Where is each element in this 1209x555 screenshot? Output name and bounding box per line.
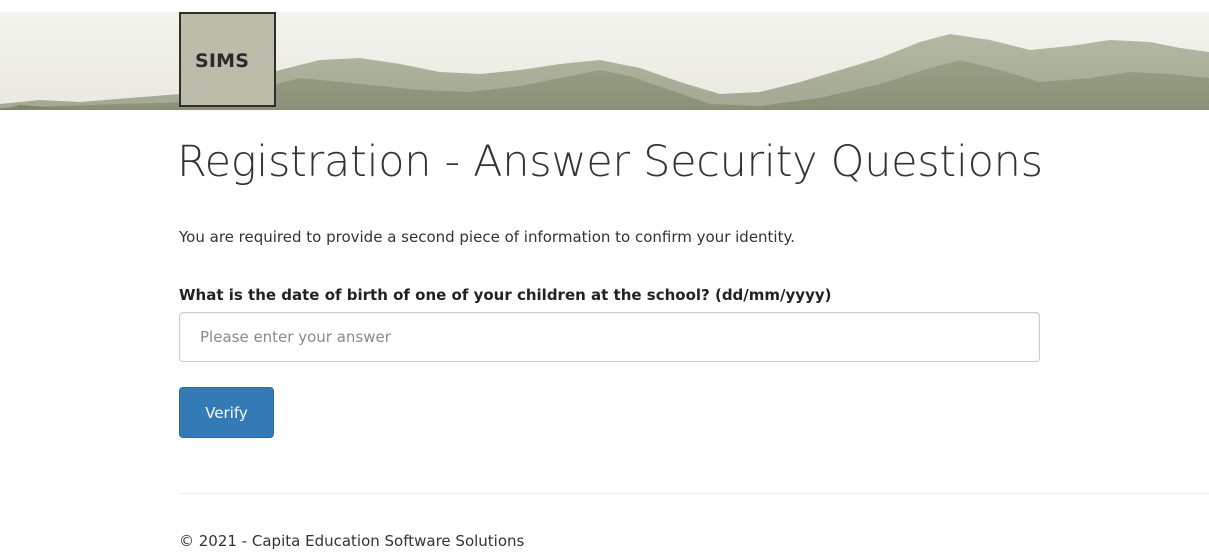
page-title: Registration - Answer Security Questions (177, 137, 1043, 187)
footer-divider (179, 493, 1209, 494)
verify-button[interactable]: Verify (179, 387, 274, 438)
security-question-label: What is the date of birth of one of your… (179, 286, 832, 304)
footer-copyright: © 2021 - Capita Education Software Solut… (179, 532, 525, 550)
logo-text: SIMS (195, 50, 250, 72)
intro-text: You are required to provide a second pie… (179, 228, 795, 246)
sims-logo[interactable]: SIMS (179, 12, 276, 107)
security-answer-input[interactable] (179, 312, 1040, 362)
